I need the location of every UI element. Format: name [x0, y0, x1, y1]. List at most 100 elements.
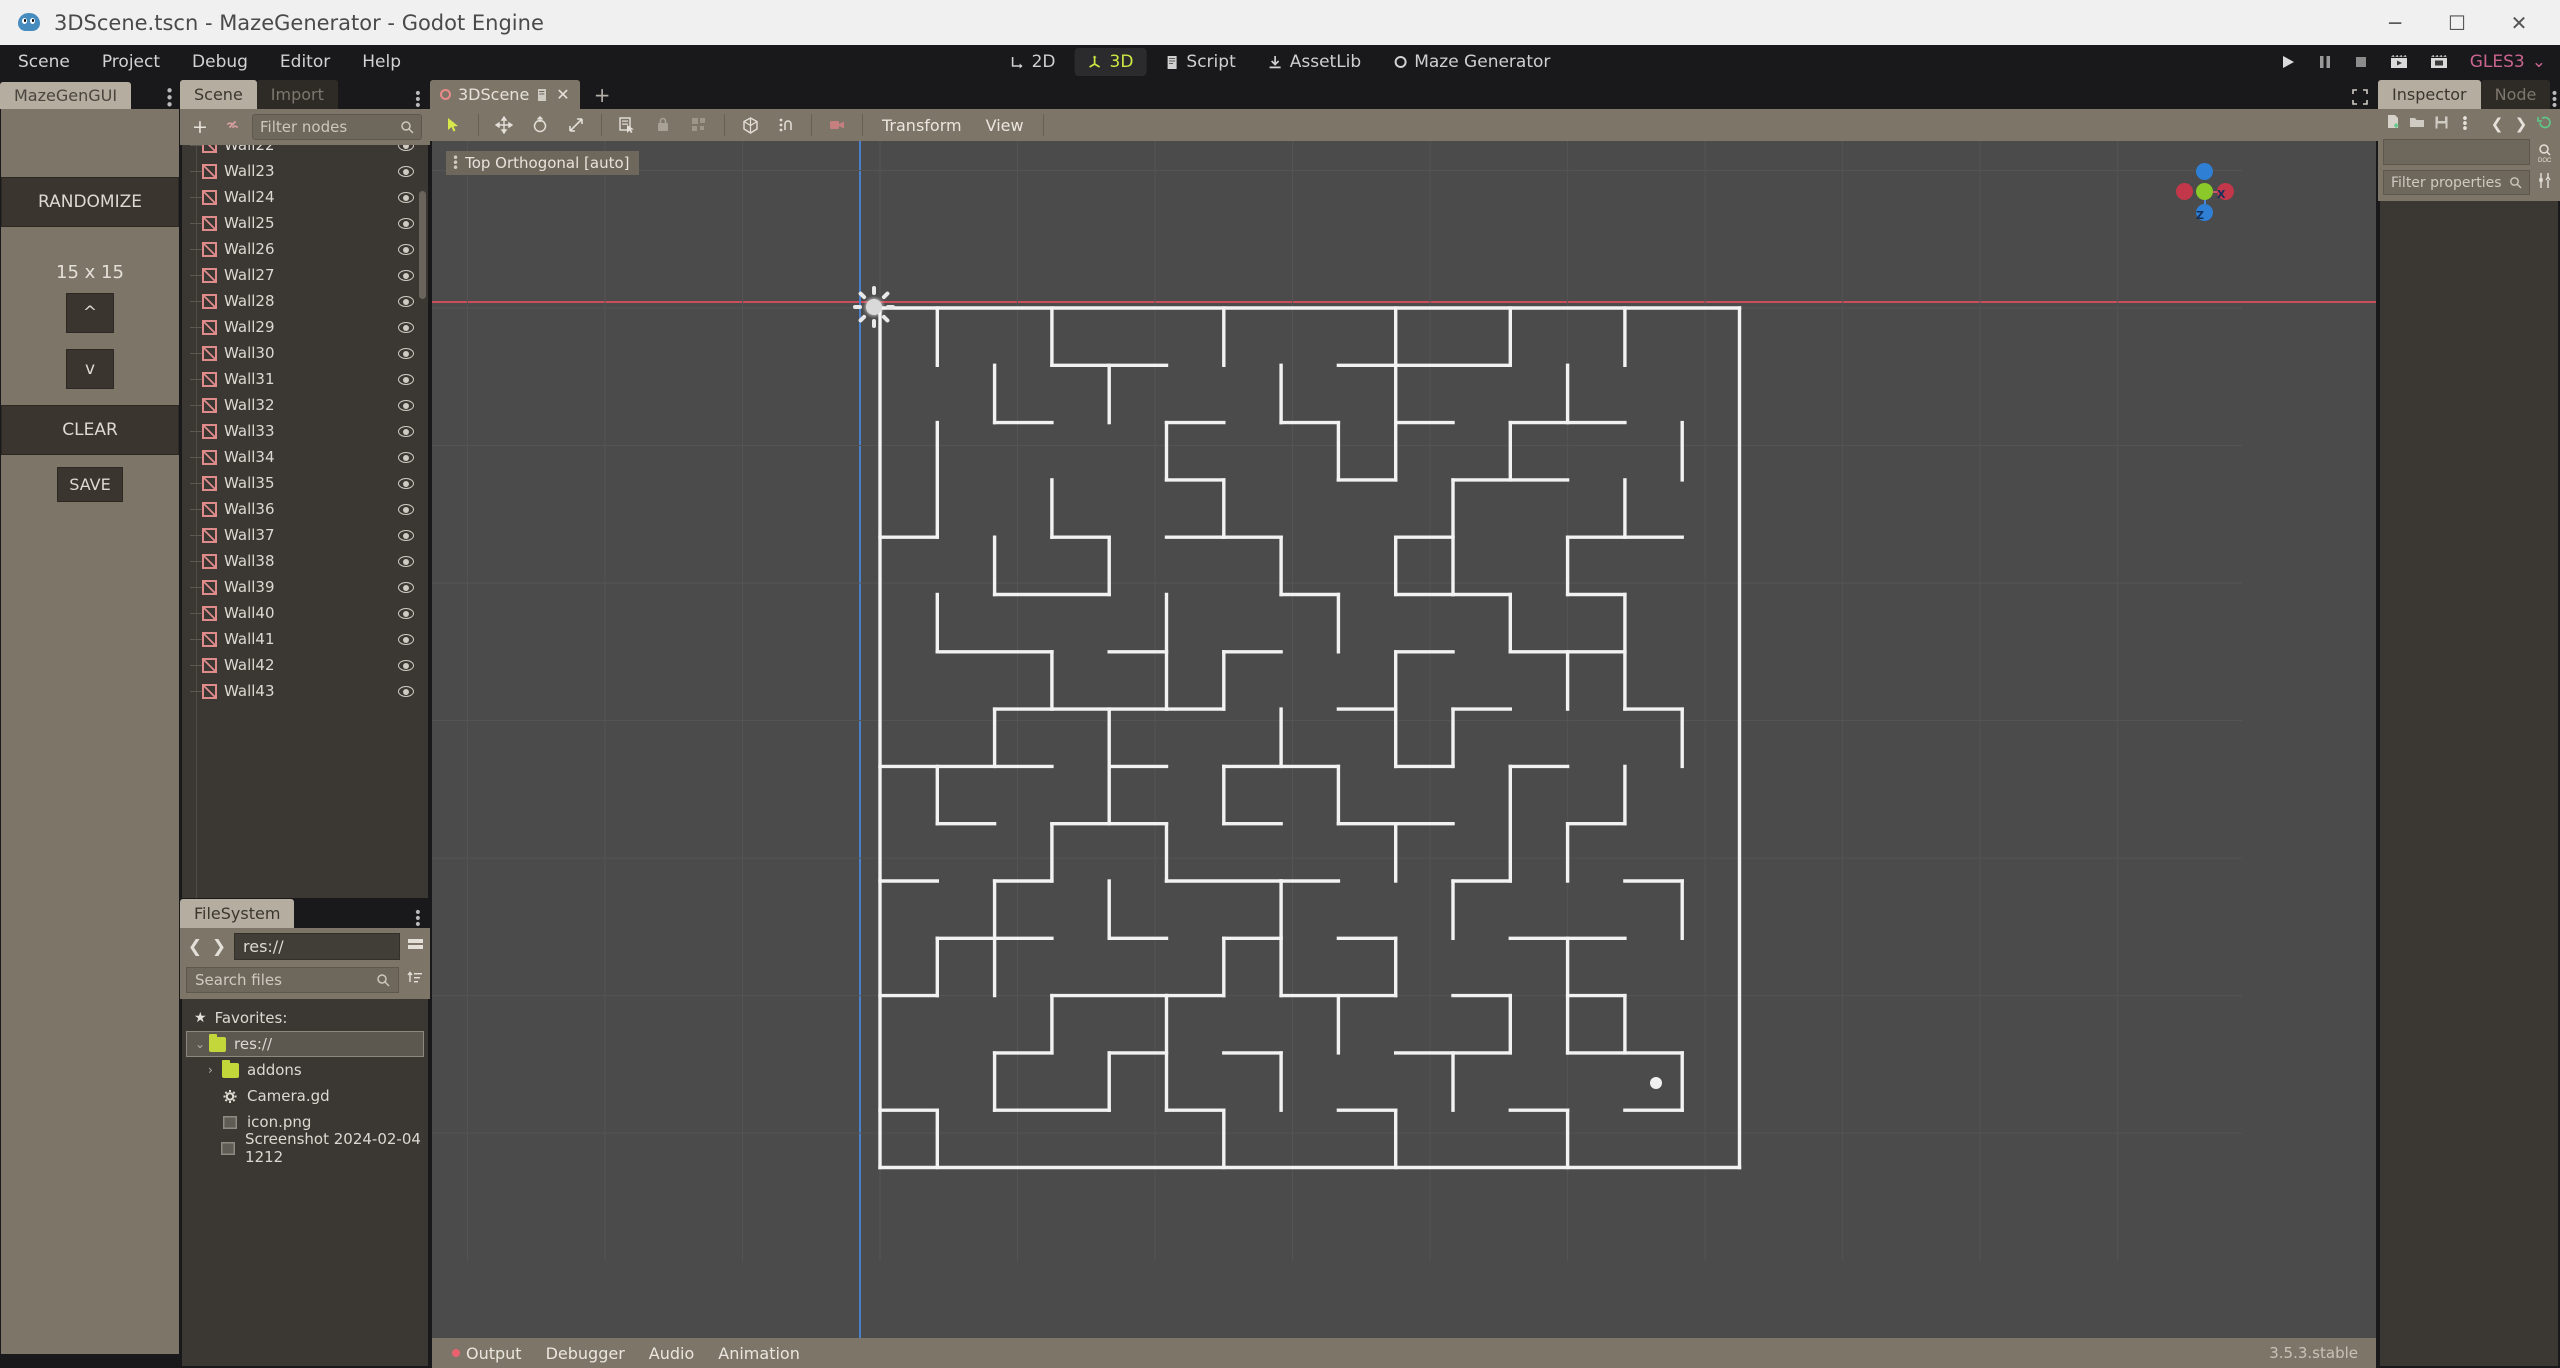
inspector-back-button[interactable]: ❮ — [2487, 115, 2507, 133]
filesystem-tree[interactable]: ★ Favorites: ⌄ res:// › addons Camera.gd icon… — [182, 999, 428, 1366]
filter-nodes-input[interactable]: Filter nodes — [252, 114, 422, 140]
visibility-toggle-icon[interactable] — [398, 319, 414, 335]
filesystem-entry[interactable]: ⌄ res:// — [186, 1031, 424, 1057]
tab-node[interactable]: Node — [2480, 80, 2551, 109]
filesystem-entry[interactable]: Screenshot 2024-02-04 1212 — [182, 1130, 428, 1166]
tab-inspector[interactable]: Inspector — [2378, 80, 2481, 109]
randomize-button[interactable]: RANDOMIZE — [1, 177, 179, 227]
expand-caret-icon[interactable]: ⌄ — [195, 1037, 207, 1051]
nav-forward-button[interactable]: ❯ — [210, 937, 228, 957]
menu-editor[interactable]: Editor — [266, 48, 344, 76]
filter-properties-input[interactable]: Filter properties — [2383, 170, 2530, 195]
view-menu-icon[interactable]: • • • — [452, 152, 459, 174]
scene-tree-node[interactable]: Wall32 — [182, 392, 428, 418]
save-resource-icon[interactable] — [2431, 115, 2451, 134]
scene-dock-menu-icon[interactable]: • • • — [414, 87, 422, 113]
scene-tree-node[interactable]: Wall42 — [182, 652, 428, 678]
expand-caret-icon[interactable]: › — [208, 1063, 220, 1077]
visibility-toggle-icon[interactable] — [398, 423, 414, 439]
new-scene-tab-button[interactable]: + — [580, 81, 625, 109]
local-space-icon[interactable] — [733, 111, 767, 139]
search-files-input[interactable]: Search files — [186, 967, 399, 993]
visibility-toggle-icon[interactable] — [398, 397, 414, 413]
visibility-toggle-icon[interactable] — [398, 475, 414, 491]
view-menu[interactable]: View — [975, 113, 1035, 138]
size-decrease-button[interactable]: v — [66, 349, 114, 389]
add-node-icon[interactable]: + — [188, 116, 212, 138]
list-select-icon[interactable] — [610, 111, 644, 139]
menu-debug[interactable]: Debug — [178, 48, 262, 76]
group-icon[interactable] — [682, 111, 716, 139]
minimize-button[interactable]: ─ — [2364, 0, 2426, 45]
open-resource-icon[interactable] — [2407, 115, 2427, 133]
close-button[interactable]: ✕ — [2488, 0, 2550, 45]
tab-script[interactable]: Script — [1152, 48, 1248, 76]
scene-tree-node[interactable]: Wall43 — [182, 678, 428, 704]
history-icon[interactable] — [2535, 115, 2555, 134]
visibility-toggle-icon[interactable] — [398, 241, 414, 257]
rotate-mode-icon[interactable] — [523, 111, 557, 139]
visibility-toggle-icon[interactable] — [398, 267, 414, 283]
new-resource-icon[interactable] — [2383, 114, 2403, 134]
doc-search-icon[interactable]: DOC — [2535, 143, 2555, 167]
gizmo-x-dot[interactable]: X — [2217, 183, 2234, 201]
visibility-toggle-icon[interactable] — [398, 579, 414, 595]
fullscreen-icon[interactable] — [2352, 89, 2368, 109]
more-icon[interactable]: • • • — [2455, 113, 2475, 136]
scene-tree-node[interactable]: Wall40 — [182, 600, 428, 626]
scene-tree-node[interactable]: Wall23 — [182, 158, 428, 184]
gizmo-y-dot[interactable] — [2196, 183, 2213, 200]
visibility-toggle-icon[interactable] — [398, 145, 414, 153]
menu-project[interactable]: Project — [88, 48, 174, 76]
play-button[interactable] — [2280, 54, 2296, 70]
size-increase-button[interactable]: ^ — [66, 293, 114, 333]
menu-help[interactable]: Help — [348, 48, 415, 76]
tab-mazegengui[interactable]: MazeGenGUI — [0, 82, 132, 109]
save-button[interactable]: SAVE — [57, 467, 123, 502]
visibility-toggle-icon[interactable] — [398, 449, 414, 465]
visibility-toggle-icon[interactable] — [398, 501, 414, 517]
tab-maze-generator[interactable]: Maze Generator — [1380, 48, 1563, 76]
visibility-toggle-icon[interactable] — [398, 293, 414, 309]
visibility-toggle-icon[interactable] — [398, 345, 414, 361]
snap-icon[interactable] — [769, 111, 803, 139]
scene-tree-node[interactable]: Wall24 — [182, 184, 428, 210]
tab-assetlib[interactable]: AssetLib — [1255, 48, 1374, 76]
scene-tree-node[interactable]: Wall34 — [182, 444, 428, 470]
camera-preview-icon[interactable] — [820, 111, 854, 139]
inspector-forward-button[interactable]: ❯ — [2511, 115, 2531, 133]
scene-tree-scrollbar[interactable] — [419, 191, 426, 299]
scene-tree-node[interactable]: Wall37 — [182, 522, 428, 548]
visibility-toggle-icon[interactable] — [398, 553, 414, 569]
scene-tree-node[interactable]: Wall27 — [182, 262, 428, 288]
filesystem-menu-icon[interactable]: • • • — [414, 906, 422, 932]
filesystem-entry[interactable]: Camera.gd — [182, 1083, 428, 1109]
pause-button[interactable] — [2318, 54, 2332, 70]
gizmo-z-dot[interactable]: Z — [2196, 204, 2213, 222]
tab-2d[interactable]: 2D — [997, 48, 1069, 76]
scene-tab-3dscene[interactable]: 3DScene ✕ — [430, 80, 580, 109]
bottom-tab-animation[interactable]: Animation — [706, 1344, 812, 1363]
scale-mode-icon[interactable] — [559, 111, 593, 139]
nav-back-button[interactable]: ❮ — [186, 937, 204, 957]
inspector-properties-area[interactable] — [2380, 201, 2558, 1366]
scene-tree-node[interactable]: Wall30 — [182, 340, 428, 366]
inspector-menu-icon[interactable]: • • • — [2550, 87, 2558, 113]
scene-tree-node[interactable]: Wall33 — [182, 418, 428, 444]
visibility-toggle-icon[interactable] — [398, 189, 414, 205]
filesystem-entry[interactable]: › addons — [182, 1057, 428, 1083]
scene-tree-node[interactable]: Wall26 — [182, 236, 428, 262]
maximize-button[interactable]: ☐ — [2426, 0, 2488, 45]
menu-scene[interactable]: Scene — [4, 48, 84, 76]
sort-icon[interactable] — [406, 970, 424, 991]
camera-mode-label[interactable]: • • • Top Orthogonal [auto] — [446, 151, 639, 175]
play-scene-button[interactable] — [2390, 54, 2408, 70]
tab-filesystem[interactable]: FileSystem — [180, 899, 295, 928]
3d-viewport[interactable]: • • • Top Orthogonal [auto] X Z — [432, 141, 2376, 1338]
scene-tree-node[interactable]: Wall41 — [182, 626, 428, 652]
bottom-tab-audio[interactable]: Audio — [637, 1344, 706, 1363]
scene-tree-node[interactable]: Wall22 — [182, 145, 428, 158]
object-tools-icon[interactable] — [2535, 172, 2555, 193]
scene-tree-node[interactable]: Wall29 — [182, 314, 428, 340]
split-mode-icon[interactable] — [406, 936, 424, 957]
